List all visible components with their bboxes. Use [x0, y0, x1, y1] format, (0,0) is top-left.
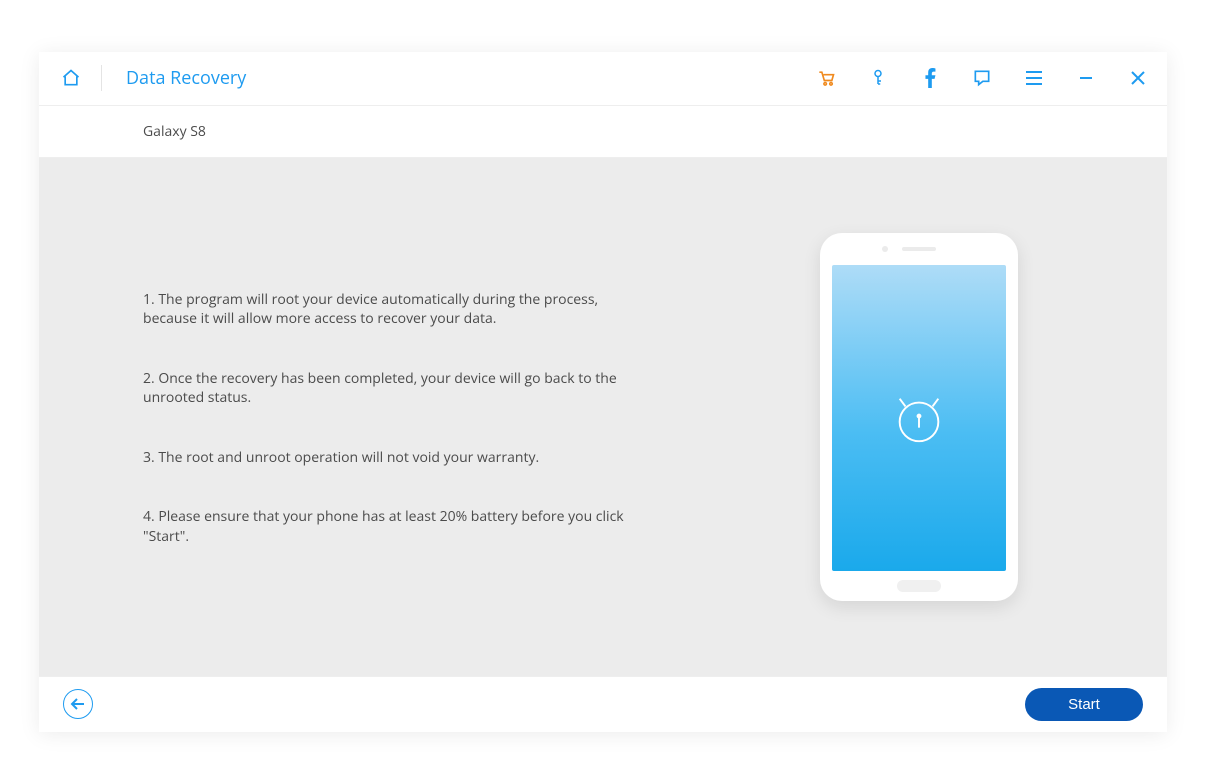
- titlebar: Data Recovery: [39, 52, 1167, 106]
- menu-icon: [1025, 70, 1043, 86]
- phone-mockup: [820, 233, 1018, 601]
- minimize-button[interactable]: [1075, 67, 1097, 89]
- app-window: Data Recovery: [39, 52, 1167, 732]
- menu-button[interactable]: [1023, 67, 1045, 89]
- facebook-icon: [924, 68, 936, 88]
- home-icon: [61, 68, 81, 88]
- key-button[interactable]: [867, 67, 889, 89]
- phone-illustration-column: [739, 158, 1159, 676]
- cart-button[interactable]: [815, 67, 837, 89]
- start-button[interactable]: Start: [1025, 688, 1143, 721]
- close-button[interactable]: [1127, 67, 1149, 89]
- minimize-icon: [1078, 70, 1094, 86]
- cart-icon: [816, 68, 836, 88]
- footer: Start: [39, 676, 1167, 732]
- phone-camera-dot: [882, 246, 888, 252]
- home-button[interactable]: [57, 64, 85, 92]
- phone-home-button: [897, 580, 941, 592]
- key-icon: [869, 68, 887, 88]
- back-button[interactable]: [63, 689, 93, 719]
- content-area: 1. The program will root your device aut…: [39, 158, 1167, 676]
- titlebar-actions: [815, 67, 1157, 89]
- instruction-step-2: 2. Once the recovery has been completed,…: [143, 369, 643, 408]
- instruction-step-4: 4. Please ensure that your phone has at …: [143, 507, 643, 546]
- instructions-column: 1. The program will root your device aut…: [39, 158, 739, 676]
- feedback-button[interactable]: [971, 67, 993, 89]
- app-title: Data Recovery: [126, 66, 246, 90]
- instruction-step-1: 1. The program will root your device aut…: [143, 290, 643, 329]
- instruction-step-3: 3. The root and unroot operation will no…: [143, 448, 643, 468]
- phone-screen: [832, 265, 1006, 571]
- android-icon: [890, 389, 948, 447]
- facebook-button[interactable]: [919, 67, 941, 89]
- comment-icon: [972, 68, 992, 88]
- divider: [101, 65, 102, 91]
- close-icon: [1130, 70, 1146, 86]
- device-name: Galaxy S8: [143, 122, 206, 141]
- subheader: Galaxy S8: [39, 106, 1167, 158]
- back-arrow-icon: [70, 697, 86, 711]
